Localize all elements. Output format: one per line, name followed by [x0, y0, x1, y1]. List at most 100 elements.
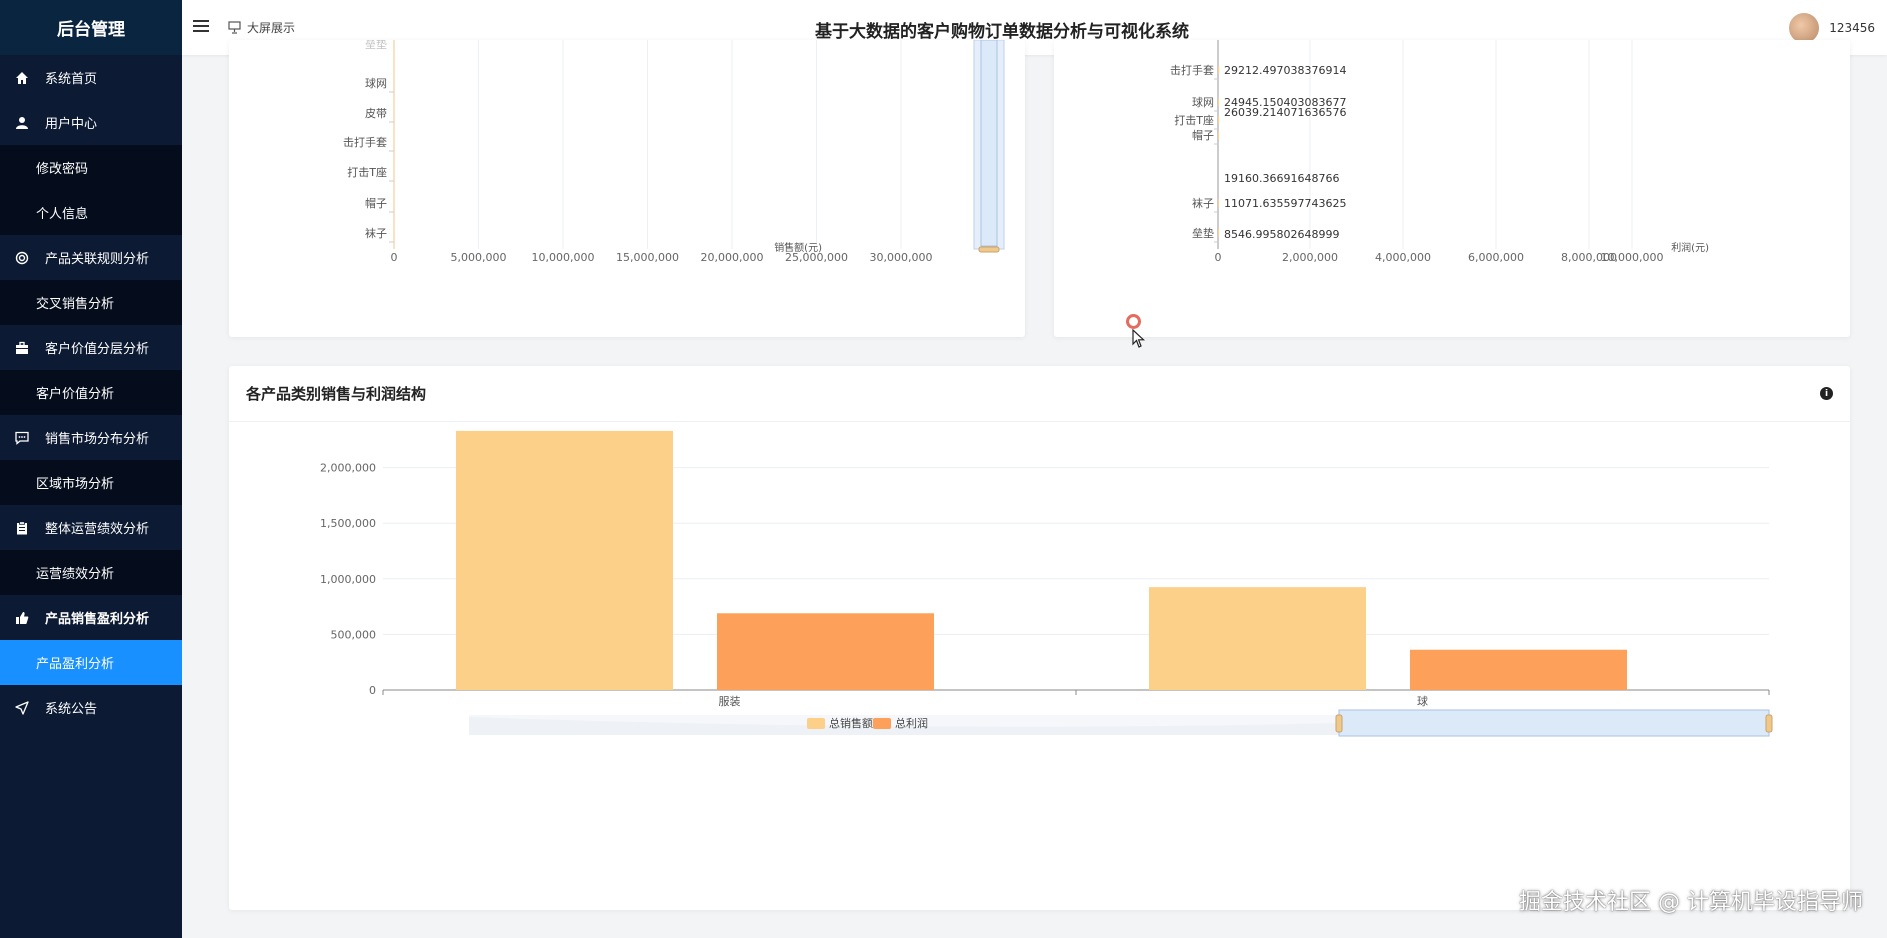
sidebar-item-label: 整体运营绩效分析	[45, 522, 150, 537]
y-tick-label: 2,000,000	[320, 462, 376, 475]
sidebar-item-label: 区域市场分析	[36, 477, 115, 492]
value-label: 19160.36691648766	[1224, 172, 1339, 185]
category-sales-profit-card: 各产品类别销售与利润结构 i 金额 (元)0500,0001,000,0001,…	[229, 366, 1850, 910]
sales-by-product-card: 0 5,000,000 10,000,000 15,000,000 20,000,000…	[229, 37, 1025, 337]
y-tick-label: 帽子	[1192, 129, 1214, 142]
x-axis-label: 利润(元)	[1671, 241, 1709, 254]
user-menu[interactable]: 123456	[1789, 13, 1875, 43]
y-tick-label: 打击T座	[347, 165, 387, 179]
user-icon	[13, 114, 31, 132]
bar-profit	[717, 613, 934, 690]
sidebar-item-label: 交叉销售分析	[36, 297, 115, 312]
x-tick-label: 6,000,000	[1468, 251, 1524, 264]
x-tick-label: 5,000,000	[451, 251, 507, 264]
profit-bar	[1218, 229, 1219, 237]
y-tick-label: 袜子	[1192, 196, 1214, 210]
sidebar-item-12[interactable]: 产品销售盈利分析	[0, 595, 182, 640]
value-label: 11071.635597743625	[1224, 197, 1346, 210]
x-tick-label: 10,000,000	[1601, 251, 1664, 264]
sidebar-item-label: 产品关联规则分析	[45, 252, 150, 267]
y-tick-label: 垒垫	[1192, 226, 1214, 240]
y-tick-label: 袜子	[365, 226, 387, 240]
profit-bar	[1218, 98, 1220, 106]
bar-profit	[1410, 649, 1627, 690]
zoom-slider-window	[1338, 709, 1770, 737]
sidebar-item-11[interactable]: 运营绩效分析	[0, 550, 182, 595]
zoom-slider-handle-right	[1765, 714, 1773, 733]
x-tick-label: 30,000,000	[870, 251, 933, 264]
zoom-slider-handle	[978, 246, 1000, 253]
sidebar-item-label: 系统公告	[45, 702, 98, 717]
mouse-cursor-icon	[1132, 329, 1146, 348]
sidebar-item-7[interactable]: 客户价值分析	[0, 370, 182, 415]
profit-by-product-chart: 0 2,000,000 4,000,000 6,000,000 8,000,00010,…	[1170, 40, 1709, 264]
profit-bar	[1218, 116, 1220, 124]
sidebar-item-10[interactable]: 整体运营绩效分析	[0, 505, 182, 550]
profit-bar	[1218, 131, 1219, 139]
value-label: 24945.150403083677	[1224, 96, 1346, 109]
briefcase-icon	[13, 339, 31, 357]
y-tick-label: 打击T座	[1174, 113, 1214, 127]
home-icon	[13, 69, 31, 87]
card-title: 各产品类别销售与利润结构	[246, 385, 427, 403]
legend-label: 总销售额	[829, 716, 873, 730]
thumbs-up-icon	[13, 609, 31, 627]
x-tick-label: 10,000,000	[532, 251, 595, 264]
value-label: 29212.497038376914	[1224, 64, 1346, 77]
sidebar-item-6[interactable]: 客户价值分层分析	[0, 325, 182, 370]
sidebar-brand: 后台管理	[0, 0, 182, 55]
y-tick-label: 球网	[1192, 95, 1214, 109]
y-tick-label: 帽子	[365, 197, 387, 210]
send-icon	[13, 699, 31, 717]
x-tick-label: 服装	[719, 695, 741, 708]
sidebar-item-0[interactable]: 系统首页	[0, 55, 182, 100]
y-tick-label: 球网	[365, 76, 387, 90]
sidebar-item-8[interactable]: 销售市场分布分析	[0, 415, 182, 460]
legend-swatch	[873, 718, 891, 729]
y-tick-label: 0	[369, 684, 376, 697]
y-tick-label: 500,000	[331, 628, 377, 641]
sidebar-item-4[interactable]: 产品关联规则分析	[0, 235, 182, 280]
y-tick-label: 击打手套	[343, 135, 387, 149]
watermark: 掘金技术社区 @ 计算机毕设指导师	[1519, 890, 1863, 915]
sidebar-item-label: 销售市场分布分析	[45, 432, 150, 447]
x-tick-label: 0	[391, 251, 398, 264]
profit-bar	[1218, 66, 1220, 74]
sidebar-item-label: 客户价值分析	[36, 387, 115, 402]
avatar[interactable]	[1789, 13, 1820, 43]
info-icon[interactable]: i	[1820, 387, 1833, 400]
sidebar-item-3[interactable]: 个人信息	[0, 190, 182, 235]
y-tick-label: 皮带	[365, 107, 387, 120]
x-tick-label: 15,000,000	[616, 251, 679, 264]
x-axis-label: 销售额(元)	[774, 241, 822, 254]
sidebar-menu: 系统首页用户中心修改密码个人信息产品关联规则分析交叉销售分析客户价值分层分析客户…	[0, 55, 182, 730]
sidebar-item-label: 个人信息	[36, 207, 89, 222]
sidebar-item-label: 用户中心	[45, 117, 98, 132]
sidebar-item-label: 系统首页	[45, 72, 98, 87]
x-tick-label: 0	[1215, 251, 1222, 264]
category-sales-profit-chart: 金额 (元)0500,0001,000,0001,500,0002,000,00…	[320, 384, 1773, 737]
sidebar-item-13[interactable]: 产品盈利分析	[0, 640, 182, 685]
profit-bar	[1218, 199, 1219, 207]
value-label: 8546.995802648999	[1224, 228, 1339, 241]
sidebar-item-label: 产品盈利分析	[36, 657, 115, 672]
x-tick-label: 球	[1417, 694, 1428, 708]
sidebar-item-1[interactable]: 用户中心	[0, 100, 182, 145]
chat-icon	[13, 429, 31, 447]
sidebar-item-5[interactable]: 交叉销售分析	[0, 280, 182, 325]
sidebar-item-label: 运营绩效分析	[36, 567, 115, 582]
sidebar-item-9[interactable]: 区域市场分析	[0, 460, 182, 505]
zoom-slider-handle-left	[1335, 714, 1343, 733]
y-tick-label: 1,500,000	[320, 517, 376, 530]
zoom-slider-window	[980, 39, 998, 247]
sales-by-product-chart: 0 5,000,000 10,000,000 15,000,000 20,000,000…	[343, 37, 1005, 264]
y-tick-label: 1,000,000	[320, 573, 376, 586]
clipboard-icon	[13, 519, 31, 537]
card-header: 各产品类别销售与利润结构 i	[229, 366, 1850, 422]
y-tick-label: 垒垫	[365, 40, 387, 51]
sidebar-item-14[interactable]: 系统公告	[0, 685, 182, 730]
username: 123456	[1829, 21, 1875, 35]
x-tick-label: 2,000,000	[1282, 251, 1338, 264]
x-tick-label: 4,000,000	[1375, 251, 1431, 264]
sidebar-item-2[interactable]: 修改密码	[0, 145, 182, 190]
